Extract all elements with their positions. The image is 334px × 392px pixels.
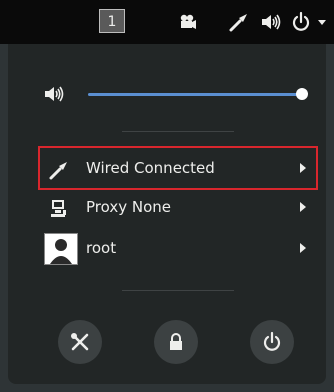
settings-button[interactable] bbox=[58, 320, 102, 364]
volume-slider-handle[interactable] bbox=[296, 88, 308, 100]
menu-item-label: Proxy None bbox=[86, 198, 171, 216]
menu-item-proxy[interactable]: Proxy None bbox=[36, 191, 318, 225]
separator bbox=[122, 131, 234, 132]
proxy-icon bbox=[51, 200, 66, 217]
speaker-icon bbox=[45, 86, 64, 102]
menu-item-wired[interactable]: Wired Connected bbox=[36, 152, 318, 186]
chevron-down-icon[interactable] bbox=[316, 11, 334, 33]
volume-slider[interactable] bbox=[88, 93, 302, 96]
power-button[interactable] bbox=[250, 320, 294, 364]
settings-icon bbox=[71, 333, 89, 351]
lock-icon bbox=[170, 333, 182, 350]
wired-network-icon[interactable] bbox=[228, 11, 250, 33]
user-icon bbox=[50, 239, 72, 264]
lock-button[interactable] bbox=[154, 320, 198, 364]
menu-item-label: root bbox=[86, 239, 117, 257]
power-icon[interactable] bbox=[290, 11, 312, 33]
chevron-right-icon bbox=[300, 202, 306, 212]
camera-icon[interactable] bbox=[176, 11, 198, 33]
menu-item-user[interactable]: root bbox=[36, 232, 318, 266]
top-bar: 1 bbox=[0, 0, 334, 44]
chevron-right-icon bbox=[300, 163, 306, 173]
menu-item-label: Wired Connected bbox=[86, 159, 215, 177]
chevron-right-icon bbox=[300, 243, 306, 253]
separator bbox=[122, 290, 234, 291]
speaker-icon[interactable] bbox=[260, 11, 282, 33]
avatar bbox=[44, 233, 78, 265]
workspace-indicator[interactable]: 1 bbox=[99, 9, 125, 33]
wired-network-icon bbox=[49, 162, 67, 180]
power-icon bbox=[263, 331, 281, 351]
